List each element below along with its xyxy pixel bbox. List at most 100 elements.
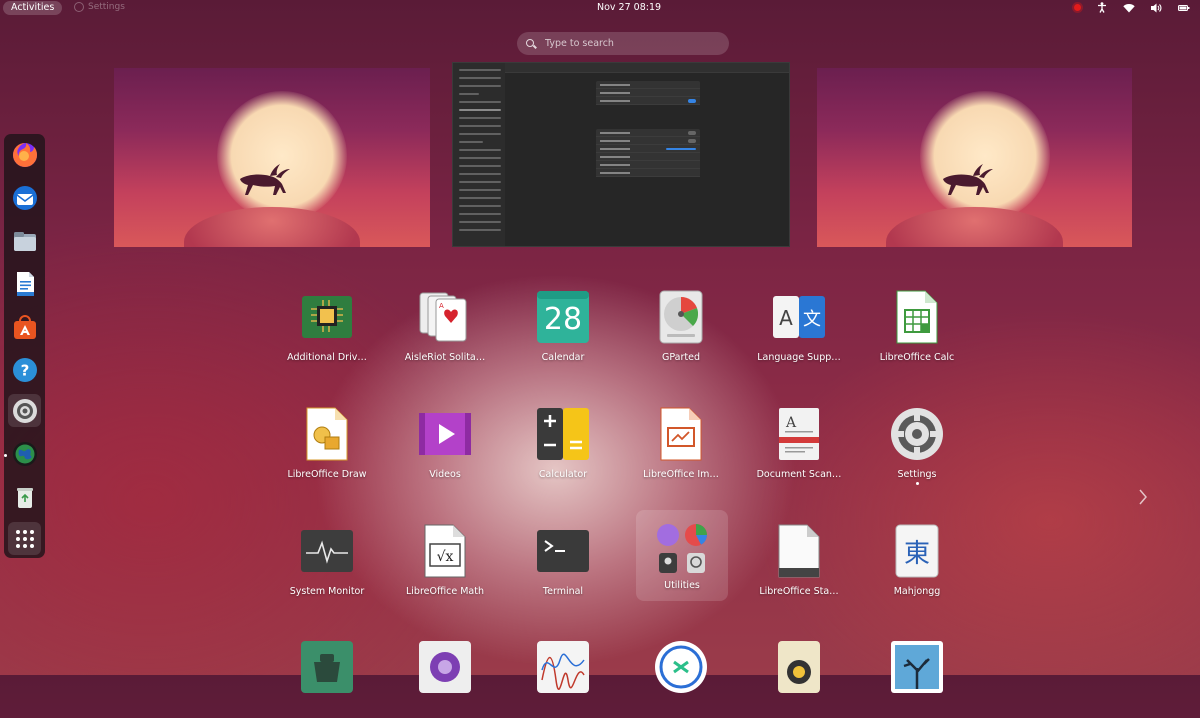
screen-recording-icon[interactable] [1074,4,1081,11]
focused-app-label: Settings [88,2,125,12]
app-label: GParted [662,352,700,363]
power-icon[interactable] [1178,3,1190,13]
app-row4-3[interactable] [504,622,622,718]
dock: ? [4,134,45,558]
waveform-icon [537,641,589,693]
mahjongg-glyph: 東 [903,538,930,569]
accessibility-icon[interactable] [1097,2,1107,13]
activities-button[interactable]: Activities [3,1,63,15]
running-indicator [4,454,7,457]
tree-photo-icon [891,641,943,693]
dock-item-firefox[interactable] [8,138,41,171]
svg-text:文: 文 [803,309,821,330]
app-folder-utilities[interactable]: Utilities [636,510,728,601]
libreoffice-start-icon [778,524,820,578]
wallpaper-hill [183,207,361,247]
app-label: Language Supp… [757,352,841,363]
speaker-icon [778,641,820,693]
app-label: Calculator [538,469,588,480]
app-libreoffice-impress[interactable]: LibreOffice Im… [622,389,740,485]
trash-icon [16,487,33,508]
app-document-scanner[interactable]: A Document Scan… [740,389,858,485]
loading-spinner-icon [74,2,84,12]
dock-item-software[interactable] [8,310,41,343]
calendar-day: 28 [543,301,583,337]
firefox-icon [12,142,37,167]
app-calculator[interactable]: Calculator [504,389,622,485]
app-label: Document Scan… [756,469,842,480]
app-label: AisleRiot Solita… [404,352,486,363]
system-tray[interactable] [1074,2,1190,13]
app-mahjongg[interactable]: 東 Mahjongg [858,506,976,602]
app-label: Terminal [542,586,584,597]
app-label: Videos [429,469,461,480]
app-additional-drivers[interactable]: Additional Driv… [268,272,386,368]
app-language-support[interactable]: A文 Language Supp… [740,272,858,368]
app-terminal[interactable]: Terminal [504,506,622,602]
app-libreoffice-math[interactable]: √x LibreOffice Math [386,506,504,602]
video-player-icon [419,413,471,455]
app-aisleriot[interactable]: A AisleRiot Solita… [386,272,504,368]
dock-item-trash[interactable] [8,480,41,513]
app-label: LibreOffice Math [405,586,485,597]
app-settings[interactable]: Settings [858,389,976,485]
chip-icon [302,296,352,338]
focused-app-indicator[interactable]: Settings [74,2,125,12]
settings-panel-thumbnail [596,81,700,105]
app-label: Mahjongg [893,586,941,597]
camera-icon [419,641,471,693]
app-calendar[interactable]: 28 Calendar [504,272,622,368]
app-grid-icon [15,529,34,548]
app-label: Additional Driv… [287,352,367,363]
dock-item-globe[interactable] [8,437,41,470]
settings-panel-thumbnail-2 [596,129,700,177]
help-icon: ? [12,357,37,382]
app-label: LibreOffice Sta… [759,586,839,597]
app-row4-1[interactable] [268,622,386,718]
terminal-icon [537,530,589,572]
dock-item-writer[interactable] [8,267,41,300]
remote-desktop-icon [655,641,707,693]
utilities-folder-icon [657,524,707,573]
search-entry[interactable] [517,32,729,55]
dock-item-help[interactable]: ? [8,353,41,386]
wallpaper-kudu [942,164,993,196]
wallpaper-sun [919,91,1050,222]
wifi-icon[interactable] [1123,3,1135,13]
app-label: LibreOffice Im… [643,469,719,480]
wallpaper-sun [217,91,347,222]
playing-cards-icon: A [419,292,467,342]
dock-item-show-apps[interactable] [8,522,41,555]
thunderbird-icon [12,185,37,210]
package-icon [301,641,353,693]
dock-item-settings[interactable] [8,394,41,427]
system-monitor-icon [301,530,353,572]
app-row4-2[interactable] [386,622,504,718]
clock[interactable]: Nov 27 08:19 [597,2,661,13]
app-libreoffice-calc[interactable]: LibreOffice Calc [858,272,976,368]
workspace-thumbnail-right[interactable] [817,68,1132,247]
app-libreoffice-start[interactable]: LibreOffice Sta… [740,506,858,602]
settings-icon [12,398,37,423]
app-label: LibreOffice Draw [287,469,367,480]
app-libreoffice-draw[interactable]: LibreOffice Draw [268,389,386,485]
app-row4-4[interactable] [622,622,740,718]
next-page-chevron-icon[interactable] [1137,487,1149,507]
app-system-monitor[interactable]: System Monitor [268,506,386,602]
workspace-thumbnail-left[interactable] [114,68,430,247]
writer-icon [16,271,34,296]
disk-pie-icon [659,290,703,344]
dock-item-thunderbird[interactable] [8,181,41,214]
app-gparted[interactable]: GParted [622,272,740,368]
dock-item-files[interactable] [8,224,41,257]
files-icon [13,231,36,251]
top-bar: Activities Settings Nov 27 08:19 [0,0,1200,17]
app-row4-5[interactable] [740,622,858,718]
search-icon [526,38,536,49]
volume-icon[interactable] [1151,3,1162,13]
calculator-icon [537,408,589,460]
app-videos[interactable]: Videos [386,389,504,485]
search-input[interactable] [543,37,717,50]
workspace-thumbnail-current[interactable] [452,62,790,247]
app-row4-6[interactable] [858,622,976,718]
